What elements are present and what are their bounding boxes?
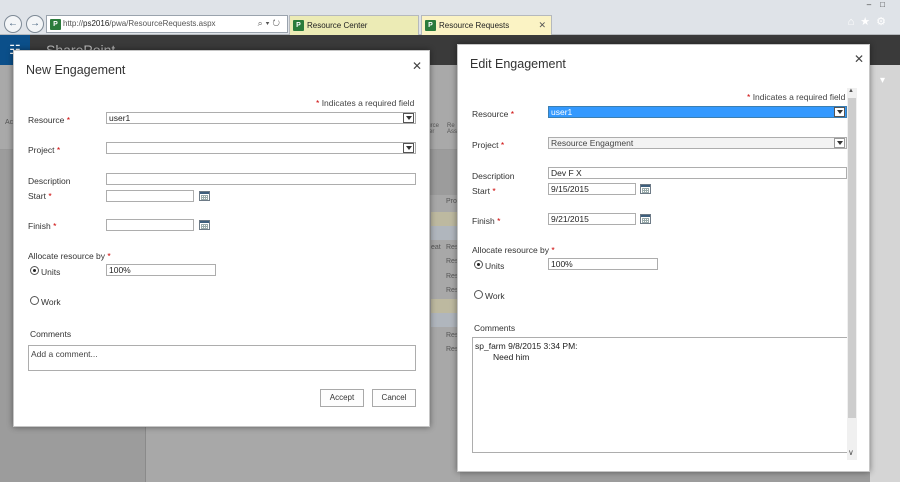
resource-select[interactable]: user1 bbox=[106, 112, 416, 124]
dialog-scrollbar[interactable]: ▲ ∨ bbox=[847, 88, 857, 460]
finish-label: Finish * bbox=[28, 221, 57, 231]
window-controls[interactable]: –□ bbox=[867, 0, 894, 9]
address-tools-icon[interactable]: ⌕▾↻ bbox=[258, 18, 283, 29]
dialog-title: New Engagement bbox=[26, 63, 126, 77]
description-label: Description bbox=[472, 171, 515, 181]
edit-engagement-dialog: Edit Engagement ✕ * Indicates a required… bbox=[457, 44, 870, 472]
tab-close-icon[interactable]: ✕ bbox=[538, 20, 546, 31]
ribbon-label: Ac bbox=[5, 119, 14, 126]
scroll-up-icon[interactable]: ▲ bbox=[848, 88, 854, 94]
browser-chrome: ← → P http://ps2016/pwa/ResourceRequests… bbox=[0, 0, 900, 35]
address-url: http://ps2016/pwa/ResourceRequests.aspx bbox=[63, 19, 216, 28]
start-label: Start * bbox=[472, 186, 496, 196]
right-gutter: ▾ bbox=[870, 65, 900, 482]
units-radio[interactable] bbox=[30, 266, 39, 275]
required-note: * Indicates a required field bbox=[747, 92, 846, 102]
back-icon[interactable]: ← bbox=[4, 15, 22, 33]
project-select[interactable]: Resource Engagment bbox=[548, 137, 847, 149]
chevron-down-icon[interactable] bbox=[834, 138, 845, 148]
scrollbar-thumb[interactable] bbox=[848, 98, 856, 418]
project-label: Project * bbox=[472, 140, 505, 150]
grid-cell: eat bbox=[431, 244, 441, 251]
scroll-down-icon[interactable]: ∨ bbox=[848, 448, 854, 457]
tab-resource-requests[interactable]: P Resource Requests ✕ bbox=[421, 15, 552, 35]
project-favicon-icon: P bbox=[293, 20, 304, 31]
resource-label: Resource * bbox=[28, 115, 71, 125]
browser-toolbar-icons[interactable]: ⌂★⚙ bbox=[848, 15, 892, 28]
chevron-down-icon[interactable] bbox=[834, 107, 845, 117]
calendar-icon[interactable] bbox=[640, 184, 651, 194]
forward-icon[interactable]: → bbox=[26, 15, 44, 33]
units-input[interactable]: 100% bbox=[548, 258, 658, 270]
new-engagement-dialog: New Engagement ✕ * Indicates a required … bbox=[13, 50, 430, 427]
comment-text: Need him bbox=[493, 352, 530, 362]
allocate-label: Allocate resource by * bbox=[472, 245, 555, 255]
resource-label: Resource * bbox=[472, 109, 515, 119]
work-radio[interactable] bbox=[30, 296, 39, 305]
address-bar[interactable]: P http://ps2016/pwa/ResourceRequests.asp… bbox=[46, 15, 288, 33]
units-label: Units bbox=[485, 261, 505, 271]
finish-date-input[interactable]: 9/21/2015 bbox=[548, 213, 636, 225]
accept-button[interactable]: Accept bbox=[320, 389, 364, 407]
start-date-input[interactable] bbox=[106, 190, 194, 202]
ribbon-label: Re Ass bbox=[447, 123, 458, 135]
comments-label: Comments bbox=[474, 323, 516, 333]
resource-select[interactable]: user1 bbox=[548, 106, 847, 118]
comments-history[interactable]: sp_farm 9/8/2015 3:34 PM: Need him bbox=[472, 337, 848, 453]
allocate-label: Allocate resource by * bbox=[28, 251, 111, 261]
project-favicon-icon: P bbox=[425, 20, 436, 31]
comments-label: Comments bbox=[30, 329, 72, 339]
tab-label: Resource Center bbox=[307, 21, 368, 30]
calendar-icon[interactable] bbox=[199, 220, 210, 230]
close-icon[interactable]: ✕ bbox=[854, 52, 864, 66]
description-input[interactable] bbox=[106, 173, 416, 185]
dialog-title: Edit Engagement bbox=[470, 57, 566, 71]
close-icon[interactable]: ✕ bbox=[412, 59, 422, 73]
finish-date-input[interactable] bbox=[106, 219, 194, 231]
comment-input[interactable]: Add a comment... bbox=[28, 345, 416, 371]
description-input[interactable]: Dev F X bbox=[548, 167, 847, 179]
description-label: Description bbox=[28, 176, 71, 186]
tab-resource-center[interactable]: P Resource Center bbox=[289, 15, 419, 35]
comment-meta: sp_farm 9/8/2015 3:34 PM: bbox=[475, 341, 578, 351]
start-label: Start * bbox=[28, 191, 52, 201]
grid-cell: Pro bbox=[446, 198, 457, 205]
work-label: Work bbox=[485, 291, 505, 301]
required-note: * Indicates a required field bbox=[316, 98, 415, 108]
menu-caret-icon[interactable]: ▾ bbox=[880, 75, 885, 86]
chevron-down-icon[interactable] bbox=[403, 143, 414, 153]
finish-label: Finish * bbox=[472, 216, 501, 226]
project-select[interactable] bbox=[106, 142, 416, 154]
chevron-down-icon[interactable] bbox=[403, 113, 414, 123]
calendar-icon[interactable] bbox=[640, 214, 651, 224]
work-label: Work bbox=[41, 297, 61, 307]
project-favicon-icon: P bbox=[50, 19, 61, 30]
project-label: Project * bbox=[28, 145, 61, 155]
calendar-icon[interactable] bbox=[199, 191, 210, 201]
units-label: Units bbox=[41, 267, 61, 277]
start-date-input[interactable]: 9/15/2015 bbox=[548, 183, 636, 195]
units-radio[interactable] bbox=[474, 260, 483, 269]
tab-label: Resource Requests bbox=[439, 21, 510, 30]
work-radio[interactable] bbox=[474, 290, 483, 299]
units-input[interactable]: 100% bbox=[106, 264, 216, 276]
cancel-button[interactable]: Cancel bbox=[372, 389, 416, 407]
